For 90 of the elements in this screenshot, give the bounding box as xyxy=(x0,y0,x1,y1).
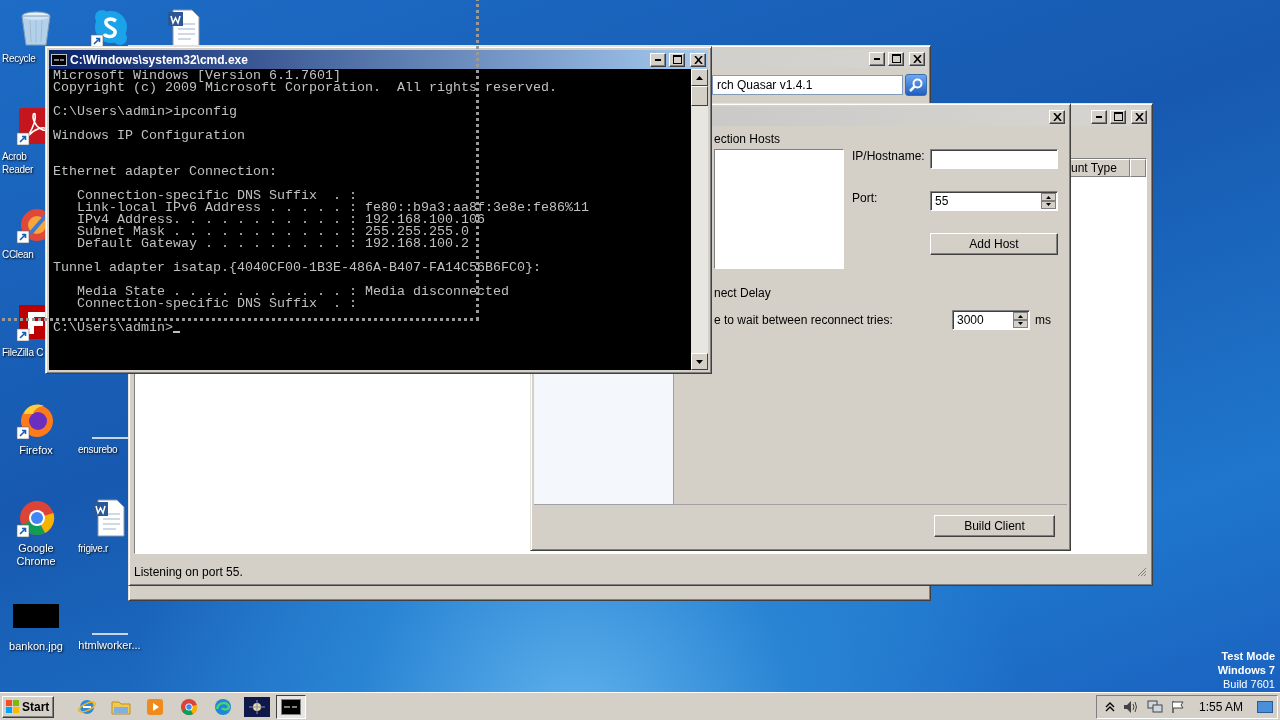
media-player-icon xyxy=(146,697,164,716)
windows-logo-icon xyxy=(6,699,20,714)
search-icon xyxy=(909,78,923,92)
taskbar-app-button[interactable] xyxy=(242,694,272,719)
speaker-icon[interactable] xyxy=(1122,699,1139,714)
group-label: nect Delay xyxy=(714,286,772,300)
show-desktop-icon[interactable] xyxy=(1257,699,1273,714)
console-line: Ethernet adapter Connection: xyxy=(53,166,277,178)
maximize-icon xyxy=(1113,112,1123,121)
spin-arrows-icon[interactable] xyxy=(1041,193,1056,209)
resize-grip-icon[interactable] xyxy=(1137,567,1147,577)
hostname-field[interactable] xyxy=(930,149,1058,169)
maximize-button[interactable] xyxy=(669,52,685,67)
scroll-down-button[interactable] xyxy=(691,353,708,370)
close-icon xyxy=(1052,112,1062,121)
console-line: Copyright (c) 2009 Microsoft Corporation. All rights reserved. xyxy=(53,82,557,94)
close-icon xyxy=(1134,112,1144,121)
search-field[interactable]: rch Quasar v1.4.1 xyxy=(712,75,903,95)
up-arrow-icon xyxy=(696,75,703,80)
close-icon xyxy=(693,55,703,64)
console-line: Default Gateway . . . . . . . . . : 192.168.100.2 xyxy=(76,238,469,250)
scroll-up-button[interactable] xyxy=(691,69,708,86)
console-line: Microsoft Windows [Version 6.1.7601] xyxy=(53,70,341,82)
maximize-icon xyxy=(672,55,682,64)
desktop-icon-label[interactable]: frigive.r xyxy=(72,542,109,555)
minimize-icon xyxy=(1096,115,1102,118)
test-mode-notice: Test Mode xyxy=(1221,649,1275,663)
minimize-icon xyxy=(874,57,880,60)
test-mode-notice: Windows 7 xyxy=(1217,663,1275,677)
minimize-button[interactable] xyxy=(869,51,885,66)
console-icon xyxy=(51,53,67,66)
delay-spinner[interactable]: 3000 xyxy=(952,310,1030,330)
server-app-icon xyxy=(244,696,270,717)
desktop-icon-label[interactable]: CClean xyxy=(0,248,34,261)
test-mode-notice: Build 7601 xyxy=(1223,677,1275,691)
minimize-button[interactable] xyxy=(1091,109,1107,124)
network-icon[interactable] xyxy=(1146,699,1163,714)
start-button[interactable]: Start xyxy=(2,695,54,718)
close-button[interactable] xyxy=(1049,109,1065,124)
close-icon xyxy=(912,54,922,63)
console-line: Link-local IPv6 Address . . . . . : fe80::b9a3:aa8f:3e8e:fe86%11 xyxy=(76,202,589,214)
console-line: Media State . . . . . . . . . . . : Media disconnected xyxy=(76,286,509,298)
desktop-icon-label[interactable]: FileZilla C xyxy=(0,346,44,359)
unit-label: ms xyxy=(1035,313,1051,327)
console-line: Connection-specific DNS Suffix . : xyxy=(76,298,357,310)
desktop-icon-label[interactable]: ensurebo xyxy=(72,443,118,456)
chevron-up-icon[interactable] xyxy=(1104,701,1115,712)
close-button[interactable] xyxy=(690,52,706,67)
console-line: IPv4 Address. . . . . . . . . . . : 192.168.100.106 xyxy=(76,214,485,226)
console-line: C:\Users\admin>ipconfig xyxy=(53,106,237,118)
add-host-button[interactable]: Add Host xyxy=(930,233,1058,255)
maximize-icon xyxy=(891,54,901,63)
console-line: C:\Users\admin> xyxy=(53,322,173,334)
wave-browser-icon xyxy=(214,697,232,716)
browser-icon xyxy=(78,697,96,716)
taskbar-app-button[interactable] xyxy=(276,694,306,719)
status-text: Listening on port 55. xyxy=(134,565,243,579)
close-button[interactable] xyxy=(1131,109,1147,124)
desktop-icon-label[interactable]: bankon.jpg xyxy=(9,640,63,653)
desktop-icon-label[interactable]: Firefox xyxy=(19,444,53,457)
window-title: C:\Windows\system32\cmd.exe xyxy=(70,52,248,67)
spin-arrows-icon[interactable] xyxy=(1013,312,1028,328)
search-button[interactable] xyxy=(905,74,927,96)
field-label: e to wait between reconnect tries: xyxy=(714,313,894,327)
console-icon xyxy=(281,698,301,715)
maximize-button[interactable] xyxy=(888,51,904,66)
ring-browser-icon xyxy=(180,697,198,716)
field-label: Port: xyxy=(852,191,879,205)
scroll-thumb[interactable] xyxy=(691,86,708,106)
desktop-icon-label[interactable]: Recycle xyxy=(0,52,36,65)
desktop-icon-label[interactable]: Google Chrome xyxy=(1,542,71,568)
minimize-button[interactable] xyxy=(650,52,666,67)
desktop-icon-label[interactable]: Acrob Reader xyxy=(0,150,45,176)
minimize-icon xyxy=(655,58,661,61)
desktop-icon-label[interactable]: htmlworker... xyxy=(78,639,141,652)
close-button[interactable] xyxy=(909,51,925,66)
clock[interactable]: 1:55 AM xyxy=(1198,699,1243,714)
console-line: Tunnel adapter isatap.{4040CF00-1B3E-486A-B407-FA14C56B6FC0}: xyxy=(53,262,541,274)
field-label: IP/Hostname: xyxy=(852,149,926,163)
down-arrow-icon xyxy=(696,359,703,364)
group-label: ection Hosts xyxy=(714,132,782,146)
port-spinner[interactable]: 55 xyxy=(930,191,1058,211)
maximize-button[interactable] xyxy=(1110,109,1126,124)
column-header[interactable]: unt Type xyxy=(1068,159,1130,177)
scrollbar[interactable] xyxy=(691,69,708,370)
flag-icon[interactable] xyxy=(1170,699,1185,714)
console-line: Subnet Mask . . . . . . . . . . . : 255.255.255.0 xyxy=(76,226,469,238)
console-line: Connection-specific DNS Suffix . : xyxy=(76,190,357,202)
console-line: Windows IP Configuration xyxy=(53,130,245,142)
build-client-button[interactable]: Build Client xyxy=(934,515,1055,537)
